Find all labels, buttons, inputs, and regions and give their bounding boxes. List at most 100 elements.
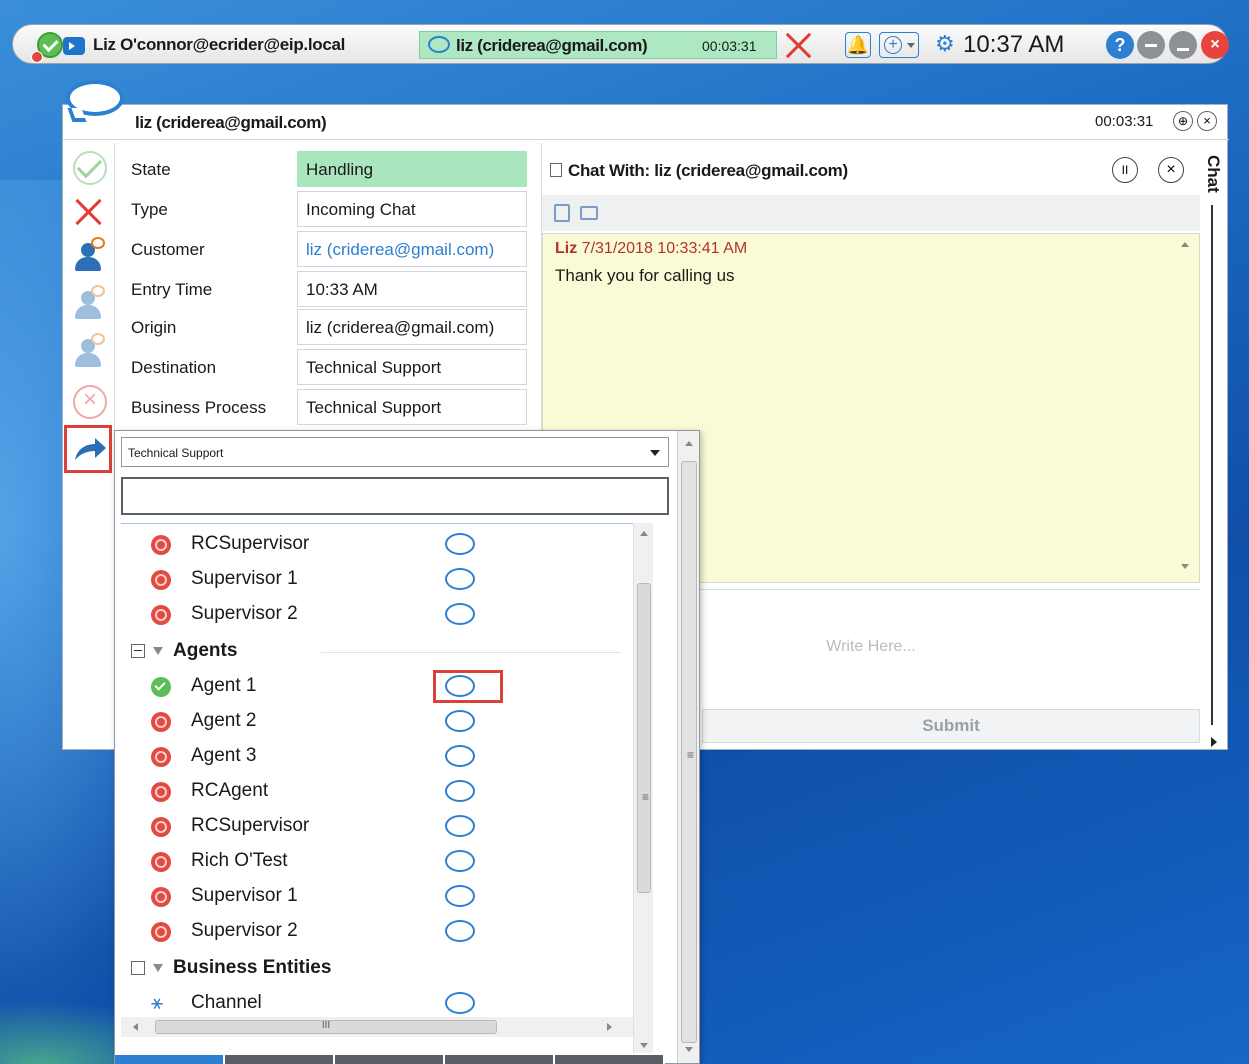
chat-bubble-icon[interactable] <box>445 885 475 907</box>
collapse-button[interactable] <box>1169 31 1197 59</box>
list-item[interactable]: RCAgent <box>121 774 637 809</box>
bottom-tab[interactable] <box>555 1055 665 1064</box>
pin-button[interactable]: ⊕ <box>1173 111 1193 131</box>
close-app-button[interactable]: × <box>1201 31 1229 59</box>
notifications-button[interactable]: 🔔 <box>845 32 871 58</box>
scroll-thumb[interactable]: ≡ <box>637 583 651 893</box>
chat-bubble-icon[interactable] <box>445 568 475 590</box>
transfer-button[interactable] <box>64 425 112 473</box>
chat-bubble-icon[interactable] <box>445 780 475 802</box>
scroll-thumb[interactable]: ≡ <box>681 461 697 1043</box>
detail-label: Business Process <box>131 398 267 417</box>
transfer-target-list: RCSupervisor Supervisor 1 Supervisor 2 A… <box>121 523 651 1053</box>
popup-vertical-scrollbar[interactable]: ≡ <box>677 431 699 1063</box>
scroll-up-arrow[interactable] <box>1181 242 1189 247</box>
side-tab-line <box>1211 205 1213 725</box>
end-interaction-button[interactable] <box>783 31 813 59</box>
group-header-agents[interactable]: Agents <box>121 634 637 669</box>
detail-label: Entry Time <box>131 280 213 299</box>
status-dropdown-button[interactable] <box>63 37 85 55</box>
message-header: Liz 7/31/2018 10:33:41 AM <box>555 240 747 258</box>
list-item[interactable]: Supervisor 1 <box>121 562 637 597</box>
chat-bubble-icon[interactable] <box>445 745 475 767</box>
list-vertical-scrollbar[interactable]: ≡ <box>633 523 653 1053</box>
chat-bubble-icon[interactable] <box>445 675 475 697</box>
search-input[interactable] <box>121 477 669 515</box>
minimize-button[interactable] <box>1137 31 1165 59</box>
list-horizontal-scrollbar[interactable]: III <box>121 1017 633 1037</box>
close-window-button[interactable]: × <box>1197 111 1217 131</box>
detail-label: Origin <box>131 318 177 337</box>
scroll-thumb[interactable]: III <box>155 1020 497 1034</box>
customer-link[interactable]: liz (criderea@gmail.com) <box>297 231 527 267</box>
scroll-down-arrow[interactable] <box>640 1043 648 1048</box>
chat-bubble-icon[interactable] <box>445 603 475 625</box>
scroll-up-arrow[interactable] <box>685 441 693 446</box>
collapse-box-icon[interactable] <box>131 644 145 658</box>
action-column <box>63 143 115 749</box>
submit-button[interactable]: Submit <box>702 709 1200 743</box>
collapse-box-icon[interactable] <box>131 961 145 975</box>
scroll-right-arrow[interactable] <box>607 1023 612 1031</box>
new-interaction-button[interactable]: + <box>879 32 919 58</box>
group-header-business-entities[interactable]: Business Entities <box>121 951 637 986</box>
chat-bubble-icon[interactable] <box>445 920 475 942</box>
cancel-circle-icon[interactable] <box>69 383 109 423</box>
list-item[interactable]: Agent 2 <box>121 704 637 739</box>
list-item[interactable]: Supervisor 2 <box>121 597 637 632</box>
chat-side-tab[interactable]: Chat <box>1199 143 1229 749</box>
list-item[interactable]: Supervisor 1 <box>121 879 637 914</box>
list-item[interactable]: Supervisor 2 <box>121 914 637 949</box>
collapse-box-icon[interactable] <box>550 163 562 177</box>
target-name: RCAgent <box>191 780 269 801</box>
help-button[interactable]: ? <box>1106 31 1134 59</box>
reject-x-icon[interactable] <box>69 193 109 233</box>
detail-row-customer: Customer liz (criderea@gmail.com) <box>121 231 541 267</box>
plus-circle-icon: + <box>884 36 902 54</box>
side-tab-label: Chat <box>1204 155 1223 193</box>
settings-button[interactable]: ⚙ <box>935 33 955 55</box>
channel-icon: ⚹ <box>151 992 163 1014</box>
target-name: Rich O'Test <box>191 850 288 871</box>
scroll-up-arrow[interactable] <box>640 531 648 536</box>
scroll-down-arrow[interactable] <box>685 1047 693 1052</box>
active-interaction-tab[interactable]: liz (criderea@gmail.com) 00:03:31 <box>419 31 777 59</box>
chat-bubble-icon[interactable] <box>445 850 475 872</box>
consult-person-icon[interactable] <box>69 237 109 277</box>
clock: 10:37 AM <box>963 31 1065 58</box>
list-item[interactable]: Agent 1 <box>121 669 637 704</box>
chat-bubble-icon[interactable] <box>445 992 475 1014</box>
person-body <box>75 353 101 367</box>
list-item[interactable]: ⚹ Channel <box>121 986 637 1021</box>
save-icon[interactable] <box>554 204 570 222</box>
list-item[interactable]: RCSupervisor <box>121 527 637 562</box>
bottom-tab[interactable] <box>115 1055 225 1064</box>
pause-chat-button[interactable]: II <box>1112 157 1138 183</box>
chat-bubble-icon[interactable] <box>445 815 475 837</box>
group-divider <box>321 652 621 653</box>
target-name: RCSupervisor <box>191 533 310 554</box>
expand-arrow-icon[interactable] <box>1211 737 1217 747</box>
target-name: Supervisor 1 <box>191 885 298 906</box>
scroll-left-arrow[interactable] <box>133 1023 138 1031</box>
busy-status-icon <box>151 922 171 942</box>
list-item[interactable]: RCSupervisor <box>121 809 637 844</box>
destination-select[interactable]: Technical Support <box>121 437 669 467</box>
busy-status-icon <box>151 535 171 555</box>
conference-person-icon[interactable] <box>69 285 109 325</box>
bottom-tab[interactable] <box>335 1055 445 1064</box>
remove-person-icon[interactable] <box>69 333 109 373</box>
chat-bubble-icon[interactable] <box>445 710 475 732</box>
transfer-popup: Technical Support RCSupervisor Superviso… <box>114 430 700 1064</box>
bottom-tab[interactable] <box>225 1055 335 1064</box>
scroll-down-arrow[interactable] <box>1181 564 1189 569</box>
list-item[interactable]: Rich O'Test <box>121 844 637 879</box>
chat-bubble-icon <box>91 333 105 345</box>
list-item[interactable]: Agent 3 <box>121 739 637 774</box>
close-chat-button[interactable]: × <box>1158 157 1184 183</box>
bottom-tab[interactable] <box>445 1055 555 1064</box>
chat-bubble-icon[interactable] <box>445 533 475 555</box>
print-icon[interactable] <box>580 206 598 220</box>
busy-status-icon <box>151 747 171 767</box>
accept-check-icon[interactable] <box>69 149 109 189</box>
